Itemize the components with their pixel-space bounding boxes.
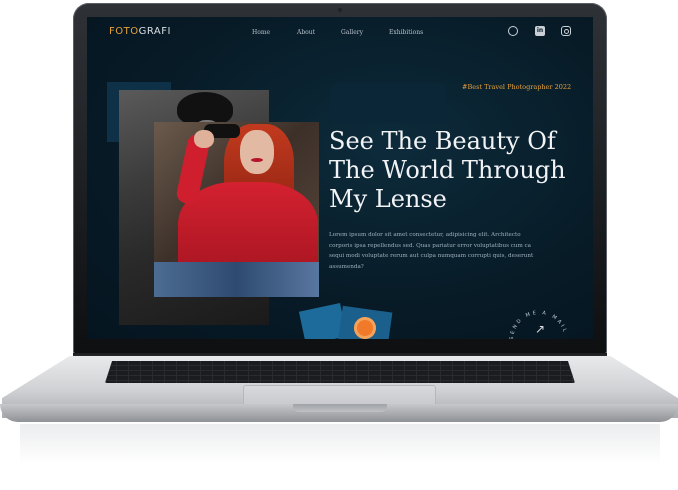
nav-home[interactable]: Home [252,29,270,36]
photo-face-shape [240,130,274,174]
hero-title: See The Beauty Of The World Through My L… [329,127,579,214]
stamp-photo-2 [337,305,393,339]
hero-title-line-1: See The Beauty Of [329,127,556,155]
award-tag: #Best Travel Photographer 2022 [462,83,572,91]
hero-title-line-2: The World Through [329,156,566,184]
arrow-up-right-icon[interactable]: ↗ [535,322,545,336]
orange-slice-shape [352,315,378,339]
photo-jeans-shape [154,262,319,297]
laptop-notch [293,404,387,412]
linkedin-icon[interactable]: in [535,26,545,36]
hero-title-line-3: My Lense [329,185,447,213]
laptop-reflection [20,424,660,464]
github-icon[interactable] [508,26,518,36]
website-screen: FOTOGRAFI Home About Gallery Exhibitions… [87,17,593,339]
hero-description: Lorem ipsum dolor sit amet consectetur, … [329,232,534,270]
keyboard-keys [105,361,575,383]
instagram-icon[interactable] [561,26,571,36]
webcam [338,8,342,12]
nav-about[interactable]: About [297,29,315,36]
nav-gallery[interactable]: Gallery [341,29,363,36]
photo-lips-shape [251,158,263,162]
photo-hand-shape [194,130,214,148]
site-logo[interactable]: FOTOGRAFI [109,26,171,37]
logo-part-foto: FOTO [109,26,139,37]
decorative-box [331,83,446,123]
photo-color [154,122,319,297]
keyboard [105,361,575,383]
logo-part-grafi: GRAFI [138,26,171,37]
nav-exhibitions[interactable]: Exhibitions [389,29,423,36]
